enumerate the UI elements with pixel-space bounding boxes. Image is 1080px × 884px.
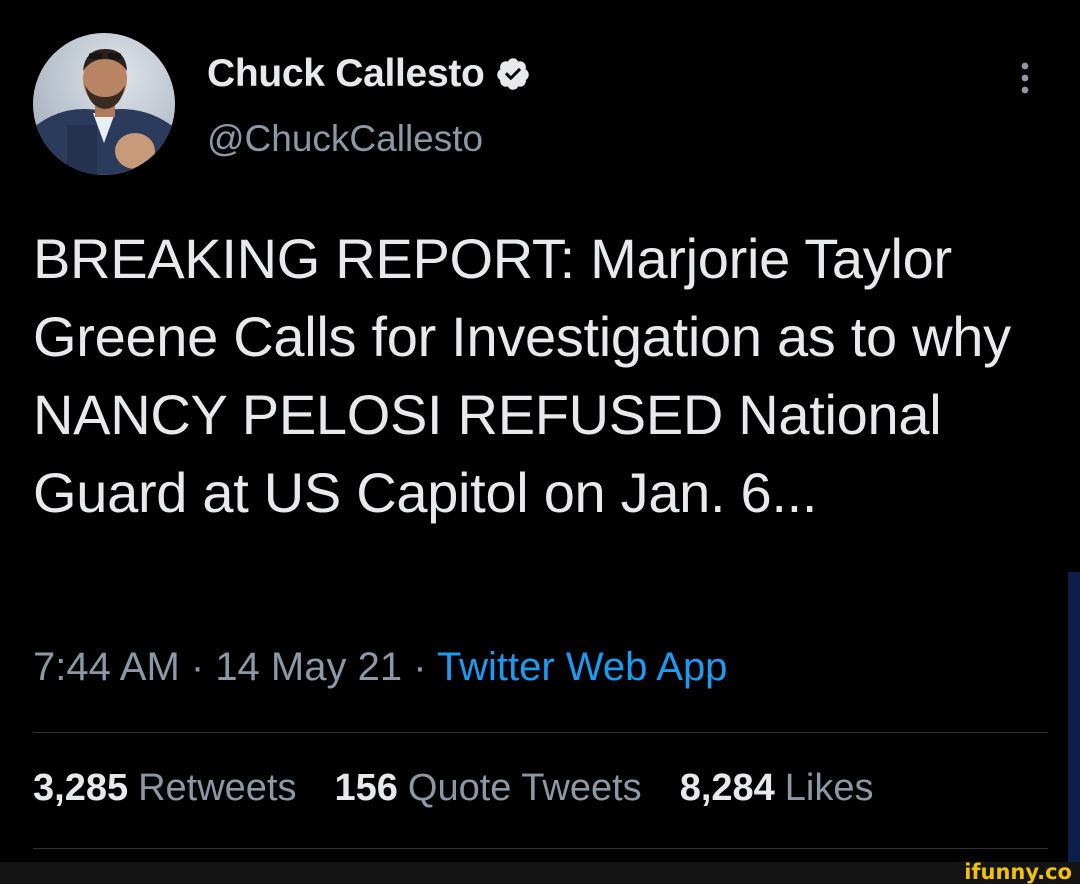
divider-top xyxy=(33,732,1048,733)
verified-badge-icon xyxy=(495,56,531,92)
user-handle[interactable]: @ChuckCallesto xyxy=(207,118,483,160)
avatar[interactable] xyxy=(33,33,175,175)
engagement-stats: 3,285 Retweets 156 Quote Tweets 8,284 Li… xyxy=(33,767,912,810)
tweet-date[interactable]: 14 May 21 xyxy=(215,645,402,689)
meta-separator: · xyxy=(402,645,437,689)
avatar-photo xyxy=(33,33,175,175)
ifunny-watermark: ifunny.co xyxy=(964,860,1072,884)
tweet-source-link[interactable]: Twitter Web App xyxy=(437,645,728,689)
tweet-card: Chuck Callesto @ChuckCallesto BREAKING R… xyxy=(0,0,1080,884)
likes-label: Likes xyxy=(784,767,874,809)
retweets-count: 3,285 xyxy=(33,767,129,809)
quote-tweets-count: 156 xyxy=(334,767,398,809)
tweet-metadata: 7:44 AM · 14 May 21 · Twitter Web App xyxy=(33,645,727,690)
retweets-stat[interactable]: 3,285 Retweets xyxy=(33,767,297,810)
more-vertical-icon[interactable] xyxy=(1010,58,1040,98)
watermark-bar xyxy=(0,862,1080,884)
quote-tweets-label: Quote Tweets xyxy=(407,767,642,809)
divider-bottom xyxy=(33,848,1048,849)
tweet-time[interactable]: 7:44 AM xyxy=(33,645,180,689)
edge-strip xyxy=(1068,572,1080,862)
likes-stat[interactable]: 8,284 Likes xyxy=(680,767,874,810)
retweets-label: Retweets xyxy=(138,767,297,809)
tweet-text: BREAKING REPORT: Marjorie Taylor Greene … xyxy=(33,227,1011,524)
meta-separator: · xyxy=(179,645,216,689)
quote-tweets-stat[interactable]: 156 Quote Tweets xyxy=(335,767,642,810)
author-name-row[interactable]: Chuck Callesto xyxy=(207,50,531,98)
likes-count: 8,284 xyxy=(679,767,775,809)
display-name[interactable]: Chuck Callesto xyxy=(207,52,485,96)
